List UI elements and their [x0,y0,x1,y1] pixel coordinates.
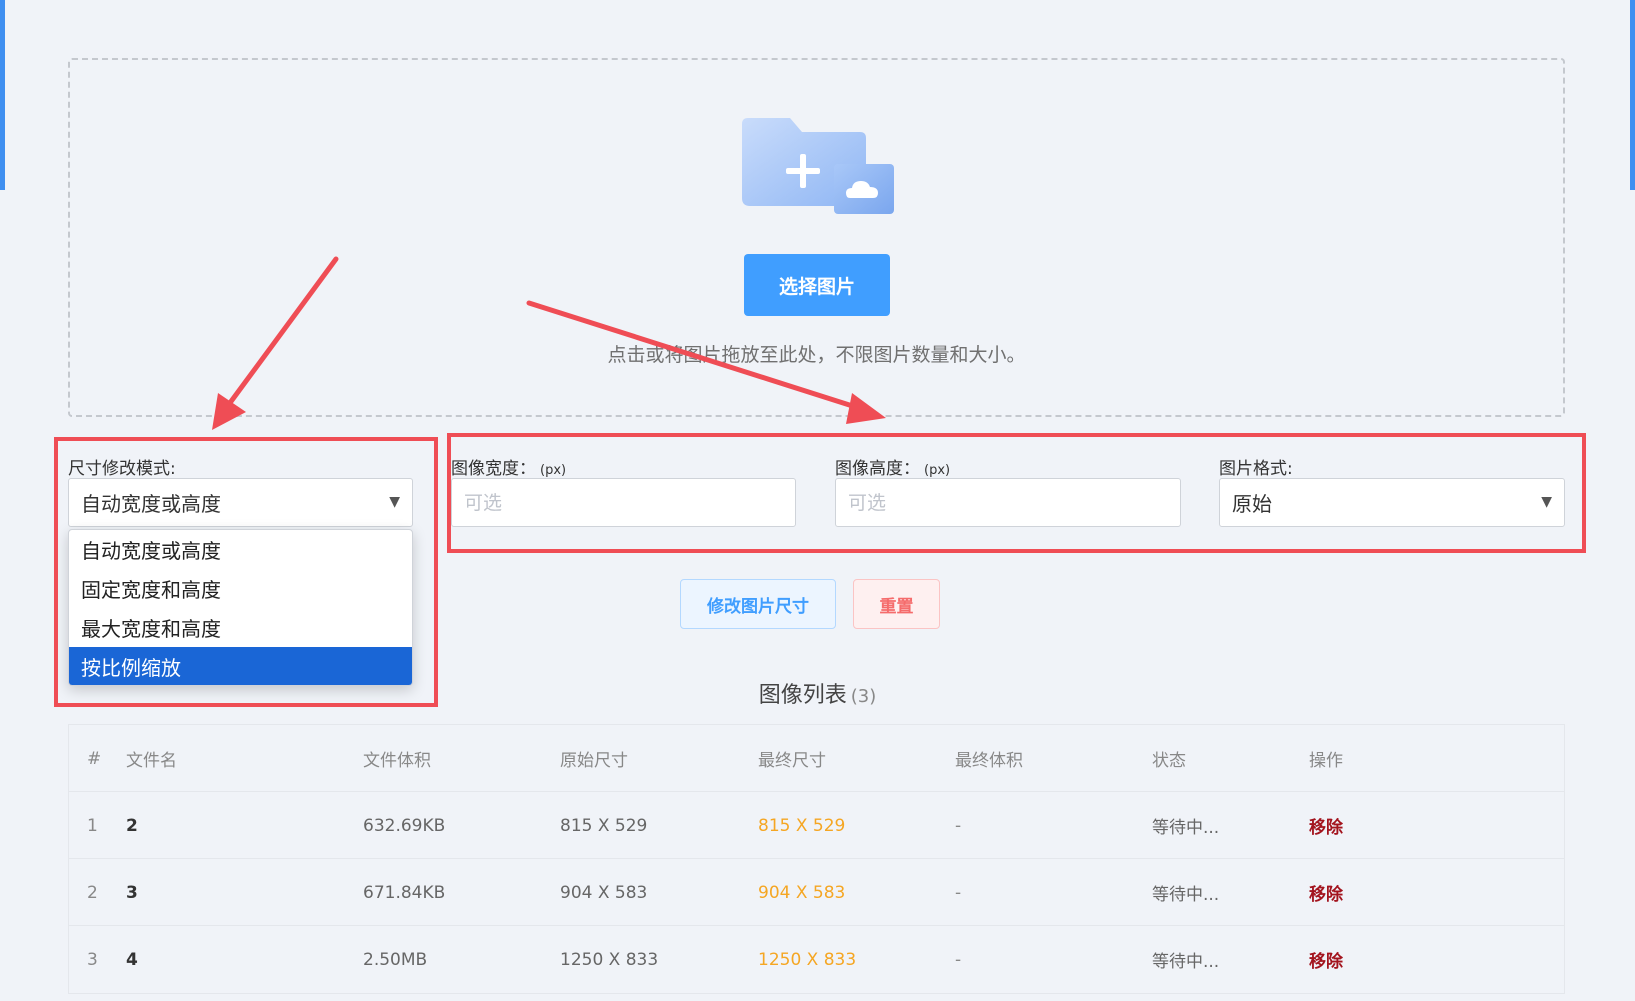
remove-button[interactable]: 移除 [1309,792,1343,859]
row-filesize: 671.84KB [363,882,446,903]
reset-button[interactable]: 重置 [853,579,940,629]
header-action: 操作 [1309,751,1343,771]
row-final-filesize: - [955,882,962,903]
table-header-row: # 文件名 文件体积 原始尺寸 最终尺寸 最终体积 状态 操作 [69,725,1564,792]
row-index: 2 [87,882,98,903]
header-original-size: 原始尺寸 [560,751,628,771]
row-status: 等待中... [1152,952,1220,972]
row-index: 3 [87,949,98,970]
row-filesize: 2.50MB [363,949,428,970]
row-filesize: 632.69KB [363,815,446,836]
row-final-filesize: - [955,815,962,836]
annotation-box-mode [54,437,438,707]
row-original-size: 815 X 529 [560,815,648,836]
folder-add-cloud-icon [742,118,894,214]
table-row: 3 4 2.50MB 1250 X 833 1250 X 833 - 等待中..… [69,926,1564,993]
upload-hint: 点击或将图片拖放至此处，不限图片数量和大小。 [607,344,1026,366]
right-edge-accent [1630,0,1635,190]
image-list-title-text: 图像列表 [758,683,847,708]
upload-dropzone[interactable]: 选择图片 点击或将图片拖放至此处，不限图片数量和大小。 [68,58,1565,417]
header-final-size: 最终尺寸 [758,751,826,771]
row-filename: 3 [126,882,138,903]
header-filesize: 文件体积 [363,751,431,771]
image-table: # 文件名 文件体积 原始尺寸 最终尺寸 最终体积 状态 操作 1 2 632.… [68,724,1565,994]
row-index: 1 [87,815,98,836]
select-image-button[interactable]: 选择图片 [744,254,890,316]
table-row: 2 3 671.84KB 904 X 583 904 X 583 - 等待中..… [69,859,1564,926]
remove-button[interactable]: 移除 [1309,926,1343,993]
row-filename: 2 [126,815,138,836]
header-index: # [87,748,102,769]
row-final-filesize: - [955,949,962,970]
row-original-size: 904 X 583 [560,882,648,903]
table-row: 1 2 632.69KB 815 X 529 815 X 529 - 等待中..… [69,792,1564,859]
resize-images-button[interactable]: 修改图片尺寸 [680,579,836,629]
remove-button[interactable]: 移除 [1309,859,1343,926]
header-final-filesize: 最终体积 [955,751,1023,771]
row-filename: 4 [126,949,138,970]
row-final-size: 815 X 529 [758,815,846,836]
row-status: 等待中... [1152,818,1220,838]
row-status: 等待中... [1152,885,1220,905]
row-final-size: 1250 X 833 [758,949,857,970]
image-list-title: 图像列表 (3) [0,677,1635,709]
row-final-size: 904 X 583 [758,882,846,903]
header-status: 状态 [1152,751,1186,771]
row-original-size: 1250 X 833 [560,949,659,970]
header-filename: 文件名 [126,751,177,771]
image-list-count: (3) [850,686,877,707]
left-edge-accent [0,0,5,190]
annotation-box-params [447,433,1586,553]
